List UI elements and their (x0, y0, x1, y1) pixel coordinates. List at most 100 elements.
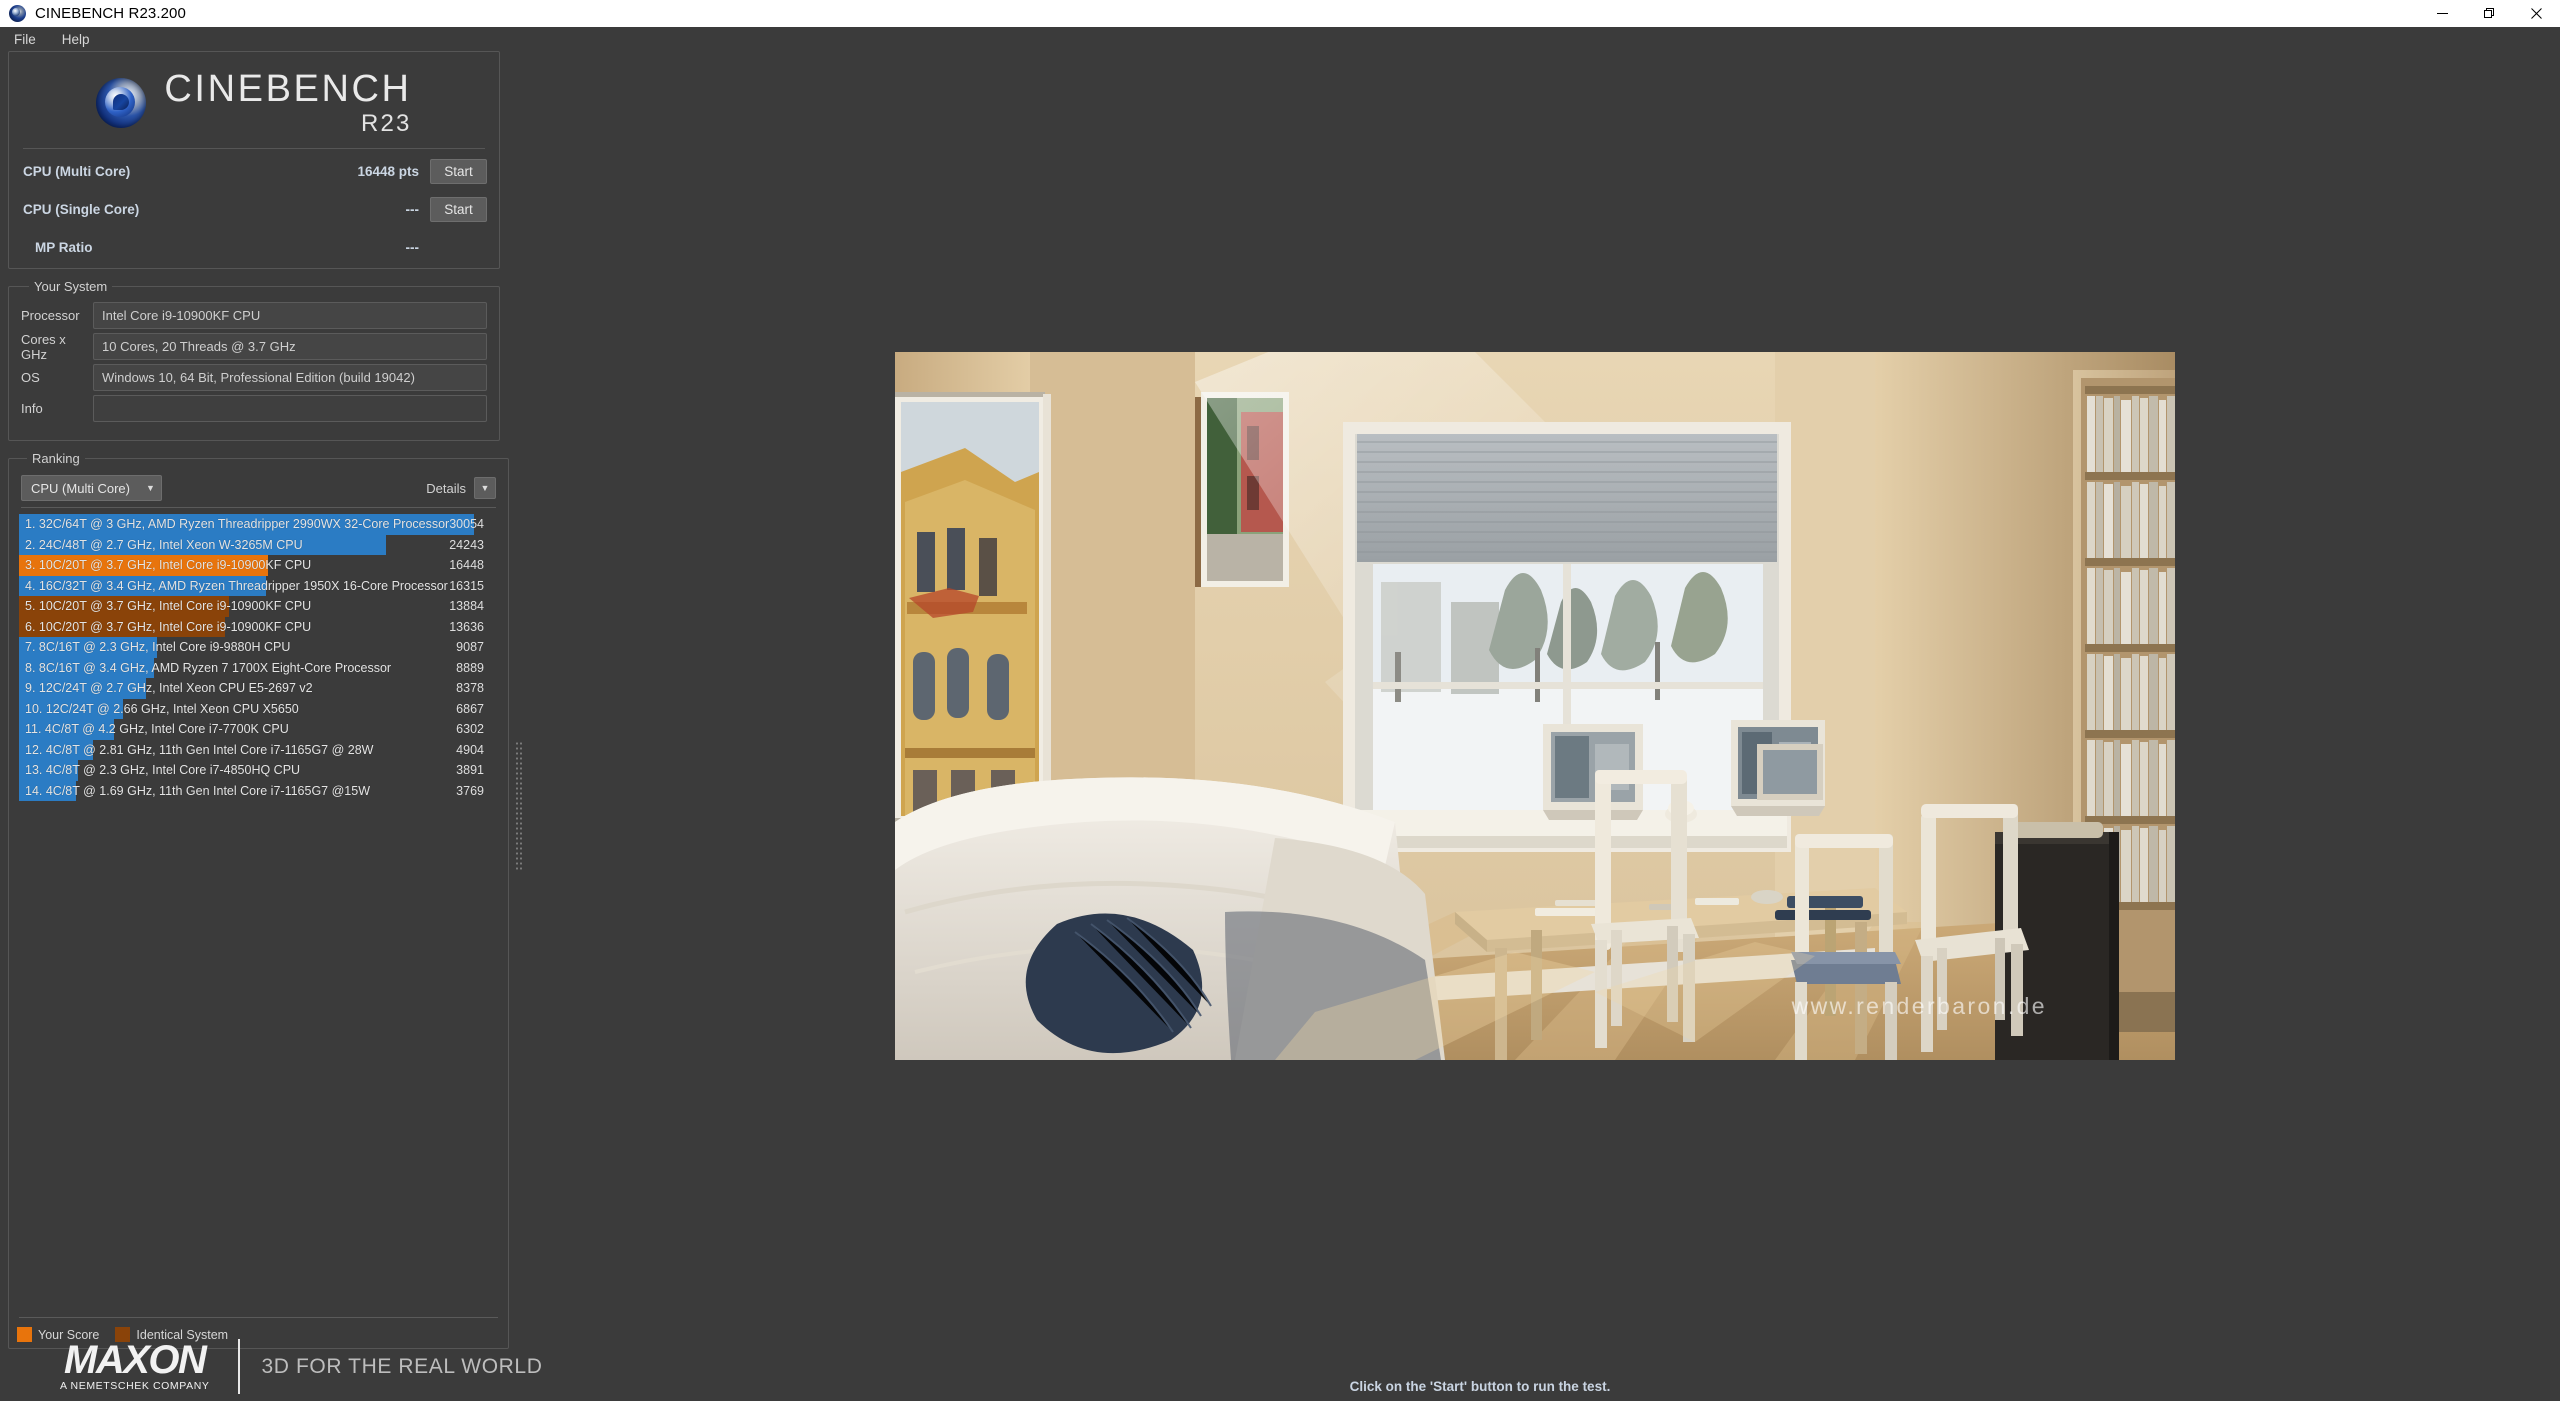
cinebench-wordmark: CINEBENCH R23 (164, 70, 411, 136)
details-toggle-button[interactable]: ▼ (473, 477, 496, 499)
ranking-row-score: 13884 (449, 599, 484, 614)
status-text: Click on the 'Start' button to run the t… (1349, 1379, 1611, 1394)
processor-field[interactable]: Intel Core i9-10900KF CPU (93, 302, 487, 329)
ranking-row-label: 3. 10C/20T @ 3.7 GHz, Intel Core i9-1090… (25, 558, 312, 573)
close-icon[interactable] (2513, 0, 2560, 27)
render-preview-image: www.renderbaron.de (895, 352, 2175, 1060)
info-field[interactable] (93, 395, 487, 422)
ranking-row-label: 2. 24C/48T @ 2.7 GHz, Intel Xeon W-3265M… (25, 537, 303, 552)
score-label: CPU (Single Core) (23, 202, 140, 217)
divider (23, 148, 485, 149)
field-processor: Processor Intel Core i9-10900KF CPU (21, 302, 487, 329)
left-panel: CINEBENCH R23 CPU (Multi Core) 16448 pts… (8, 51, 522, 1349)
window-controls (2419, 0, 2560, 27)
menu-item-help[interactable]: Help (50, 30, 102, 49)
field-label: Info (21, 401, 43, 416)
maximize-icon[interactable] (2466, 0, 2513, 27)
ranking-row[interactable]: 9. 12C/24T @ 2.7 GHz, Intel Xeon CPU E5-… (19, 678, 498, 699)
os-field[interactable]: Windows 10, 64 Bit, Professional Edition… (93, 364, 487, 391)
ranking-row-score: 4904 (456, 742, 484, 757)
ranking-row-label: 8. 8C/16T @ 3.4 GHz, AMD Ryzen 7 1700X E… (25, 660, 392, 675)
ranking-row-score: 3891 (456, 763, 484, 778)
maxon-subtitle: A NEMETSCHEK COMPANY (60, 1380, 210, 1392)
divider (19, 1317, 498, 1318)
minimize-icon[interactable] (2419, 0, 2466, 27)
ranking-row-score: 8378 (456, 681, 484, 696)
details-label: Details (426, 480, 466, 496)
score-value: 16448 pts (357, 164, 419, 179)
ranking-row-score: 16315 (449, 578, 484, 593)
ranking-panel: Ranking CPU (Multi Core) ▼ Details ▼ 1. … (8, 451, 509, 1349)
chevron-down-icon: ▼ (480, 482, 490, 493)
panel-scrollbar-handle[interactable] (515, 741, 522, 871)
cores-ghz-field[interactable]: 10 Cores, 20 Threads @ 3.7 GHz (93, 333, 487, 360)
ranking-row-score: 6867 (456, 701, 484, 716)
field-label: Cores x GHz (21, 331, 66, 362)
ranking-row[interactable]: 3. 10C/20T @ 3.7 GHz, Intel Core i9-1090… (19, 555, 498, 576)
maxon-name: MAXON (64, 1338, 207, 1382)
maxon-logo: MAXON A NEMETSCHEK COMPANY (60, 1338, 210, 1392)
footer: MAXON A NEMETSCHEK COMPANY 3D FOR THE RE… (0, 1331, 2560, 1401)
menu-item-file[interactable]: File (2, 30, 48, 49)
ranking-row[interactable]: 6. 10C/20T @ 3.7 GHz, Intel Core i9-1090… (19, 616, 498, 637)
score-row-mp-ratio: MP Ratio --- (9, 232, 499, 263)
field-label: Processor (21, 308, 80, 323)
ranking-row-score: 16448 (449, 558, 484, 573)
ranking-row-label: 1. 32C/64T @ 3 GHz, AMD Ryzen Threadripp… (25, 517, 450, 532)
ranking-row[interactable]: 11. 4C/8T @ 4.2 GHz, Intel Core i7-7700K… (19, 719, 498, 740)
chevron-down-icon: ▼ (145, 482, 155, 493)
ranking-details-group: Details ▼ (426, 477, 496, 499)
ranking-row-label: 11. 4C/8T @ 4.2 GHz, Intel Core i7-7700K… (25, 722, 289, 737)
ranking-row-score: 30054 (449, 517, 484, 532)
render-watermark: www.renderbaron.de (1791, 993, 2047, 1019)
field-os: OS Windows 10, 64 Bit, Professional Edit… (21, 364, 487, 391)
window-title: CINEBENCH R23.200 (35, 5, 186, 22)
ranking-row-score: 9087 (456, 640, 484, 655)
ranking-row[interactable]: 1. 32C/64T @ 3 GHz, AMD Ryzen Threadripp… (19, 514, 498, 535)
field-label: OS (21, 370, 40, 385)
maxon-tagline: 3D FOR THE REAL WORLD (261, 1354, 543, 1378)
start-multi-core-button[interactable]: Start (430, 159, 487, 184)
ranking-row-label: 12. 4C/8T @ 2.81 GHz, 11th Gen Intel Cor… (25, 742, 374, 757)
score-value: --- (405, 202, 420, 217)
divider (237, 1339, 240, 1394)
ranking-row[interactable]: 7. 8C/16T @ 2.3 GHz, Intel Core i9-9880H… (19, 637, 498, 658)
system-panel: Your System Processor Intel Core i9-1090… (8, 279, 500, 441)
ranking-row-label: 14. 4C/8T @ 1.69 GHz, 11th Gen Intel Cor… (25, 783, 370, 798)
ranking-row-label: 13. 4C/8T @ 2.3 GHz, Intel Core i7-4850H… (25, 763, 301, 778)
ranking-row[interactable]: 8. 8C/16T @ 3.4 GHz, AMD Ryzen 7 1700X E… (19, 657, 498, 678)
cinebench-logo-icon (96, 78, 147, 128)
ranking-row-score: 6302 (456, 722, 484, 737)
cinebench-branding: CINEBENCH R23 (9, 52, 499, 138)
ranking-row[interactable]: 12. 4C/8T @ 2.81 GHz, 11th Gen Intel Cor… (19, 739, 498, 760)
ranking-row[interactable]: 13. 4C/8T @ 2.3 GHz, Intel Core i7-4850H… (19, 760, 498, 781)
ranking-row-label: 4. 16C/32T @ 3.4 GHz, AMD Ryzen Threadri… (25, 578, 448, 593)
ranking-row-label: 5. 10C/20T @ 3.7 GHz, Intel Core i9-1090… (25, 599, 312, 614)
render-preview: www.renderbaron.de (895, 352, 2175, 1060)
ranking-panel-title: Ranking (32, 451, 80, 466)
ranking-row[interactable]: 10. 12C/24T @ 2.66 GHz, Intel Xeon CPU X… (19, 698, 498, 719)
ranking-mode-select[interactable]: CPU (Multi Core) ▼ (21, 475, 162, 501)
score-row-multi-core: CPU (Multi Core) 16448 pts Start (9, 156, 499, 187)
ranking-mode-value: CPU (Multi Core) (31, 480, 130, 496)
score-panel: CINEBENCH R23 CPU (Multi Core) 16448 pts… (8, 51, 500, 269)
score-label: MP Ratio (35, 240, 93, 255)
ranking-toolbar: CPU (Multi Core) ▼ Details ▼ (19, 474, 498, 502)
ranking-row-label: 10. 12C/24T @ 2.66 GHz, Intel Xeon CPU X… (25, 701, 299, 716)
start-single-core-button[interactable]: Start (430, 197, 487, 222)
ranking-row-score: 24243 (449, 537, 484, 552)
brand-version: R23 (360, 110, 412, 137)
ranking-row-score: 8889 (456, 660, 484, 675)
ranking-row-score: 3769 (456, 783, 484, 798)
score-label: CPU (Multi Core) (23, 164, 131, 179)
system-panel-title: Your System (34, 279, 108, 294)
score-value: --- (405, 240, 420, 255)
ranking-row[interactable]: 14. 4C/8T @ 1.69 GHz, 11th Gen Intel Cor… (19, 780, 498, 801)
ranking-row[interactable]: 5. 10C/20T @ 3.7 GHz, Intel Core i9-1090… (19, 596, 498, 617)
ranking-row[interactable]: 2. 24C/48T @ 2.7 GHz, Intel Xeon W-3265M… (19, 534, 498, 555)
ranking-row-score: 13636 (449, 619, 484, 634)
maxon-branding: MAXON A NEMETSCHEK COMPANY 3D FOR THE RE… (60, 1339, 542, 1394)
ranking-row[interactable]: 4. 16C/32T @ 3.4 GHz, AMD Ryzen Threadri… (19, 575, 498, 596)
ranking-list[interactable]: 1. 32C/64T @ 3 GHz, AMD Ryzen Threadripp… (19, 514, 498, 801)
ranking-row-label: 9. 12C/24T @ 2.7 GHz, Intel Xeon CPU E5-… (25, 681, 313, 696)
